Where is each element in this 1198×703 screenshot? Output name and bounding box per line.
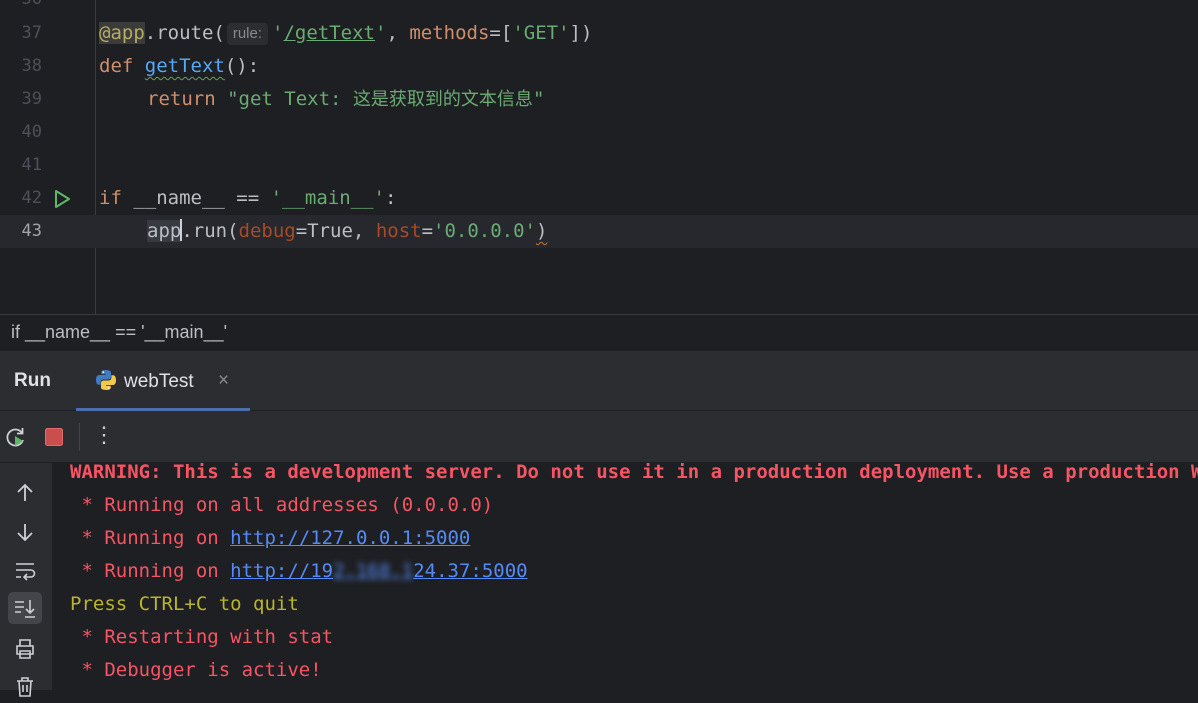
- console-line: * Running on http://192.168.124.37:5000: [70, 560, 528, 582]
- tab-webtest[interactable]: webTest ×: [76, 351, 250, 411]
- scroll-up-icon: [17, 483, 33, 501]
- trash-icon: [17, 677, 33, 697]
- tab-label: webTest: [124, 371, 194, 392]
- console-line: * Running on http://127.0.0.1:5000: [70, 527, 471, 549]
- code-text: @app.route(rule: '/getText', methods=['GE…: [99, 22, 593, 45]
- rerun-icon[interactable]: [4, 425, 28, 449]
- scroll-down-button[interactable]: [8, 516, 42, 548]
- code-text: if __name__ == '__main__':: [99, 187, 397, 209]
- code-line-39[interactable]: 39 return "get Text: 这是获取到的文本信息": [0, 83, 1198, 116]
- line-number: 38: [21, 56, 42, 76]
- console-line: Press CTRL+C to quit: [70, 593, 299, 615]
- scroll-down-icon: [17, 524, 33, 542]
- console-line: * Running on all addresses (0.0.0.0): [70, 494, 494, 516]
- param-hint: rule:: [226, 23, 269, 45]
- code-line-36[interactable]: 36: [0, 0, 1198, 16]
- close-icon[interactable]: ×: [218, 370, 229, 392]
- soft-wrap-icon: [16, 563, 36, 581]
- code-line-38[interactable]: 38 def getText():: [0, 50, 1198, 83]
- stop-icon[interactable]: [42, 425, 66, 449]
- run-gutter-icon[interactable]: [52, 189, 72, 209]
- line-number: 36: [0, 0, 42, 16]
- line-number: 41: [21, 155, 42, 175]
- redacted-text: 2.168.1: [333, 560, 414, 582]
- line-number: 40: [21, 122, 42, 142]
- code-line-41[interactable]: 41: [0, 149, 1198, 182]
- line-number: 43: [21, 221, 42, 241]
- scroll-to-end-icon: [15, 600, 35, 618]
- line-number: 37: [21, 23, 42, 43]
- run-tool-window: Run webTest × ⋮ WARNING: This is a devel…: [0, 351, 1198, 697]
- toolbar-separator: [79, 423, 80, 451]
- run-window-header: Run webTest ×: [0, 351, 1198, 411]
- breadcrumb[interactable]: if __name__ == '__main__': [0, 314, 1198, 351]
- code-line-37[interactable]: 37 @app.route(rule: '/getText', methods=[…: [0, 17, 1198, 50]
- run-window-title: Run: [14, 370, 51, 391]
- more-icon[interactable]: ⋮: [92, 423, 116, 448]
- console-link[interactable]: http://127.0.0.1:5000: [230, 527, 470, 549]
- run-toolbar: ⋮: [0, 411, 1198, 463]
- code-line-40[interactable]: 40: [0, 116, 1198, 149]
- scroll-to-end-button[interactable]: [8, 592, 42, 624]
- soft-wrap-button[interactable]: [8, 555, 42, 587]
- console-link[interactable]: http://192.168.124.37:5000: [230, 560, 527, 582]
- console-side-toolbar: [0, 463, 52, 697]
- console-line-warning: WARNING: This is a development server. D…: [70, 463, 1198, 483]
- console-line: * Restarting with stat: [70, 626, 334, 648]
- scroll-up-button[interactable]: [8, 477, 42, 509]
- breadcrumb-item[interactable]: if __name__ == '__main__': [11, 322, 227, 343]
- console-line: * Debugger is active!: [70, 659, 322, 681]
- code-text: return "get Text: 这是获取到的文本信息": [147, 88, 545, 110]
- code-text: app.run(debug=True, host='0.0.0.0'): [147, 219, 548, 242]
- line-number: 42: [21, 188, 42, 208]
- code-line-43[interactable]: 43 app.run(debug=True, host='0.0.0.0'): [0, 215, 1198, 248]
- code-text: def getText():: [99, 55, 260, 77]
- print-icon: [16, 639, 34, 659]
- print-button[interactable]: [8, 633, 42, 665]
- code-line-42[interactable]: 42 if __name__ == '__main__':: [0, 182, 1198, 215]
- console-output[interactable]: WARNING: This is a development server. D…: [52, 463, 1198, 690]
- clear-button[interactable]: [8, 671, 42, 703]
- code-editor[interactable]: 36 37 @app.route(rule:'/getText', method…: [0, 0, 1198, 314]
- python-icon: [96, 370, 116, 390]
- line-number: 39: [21, 89, 42, 109]
